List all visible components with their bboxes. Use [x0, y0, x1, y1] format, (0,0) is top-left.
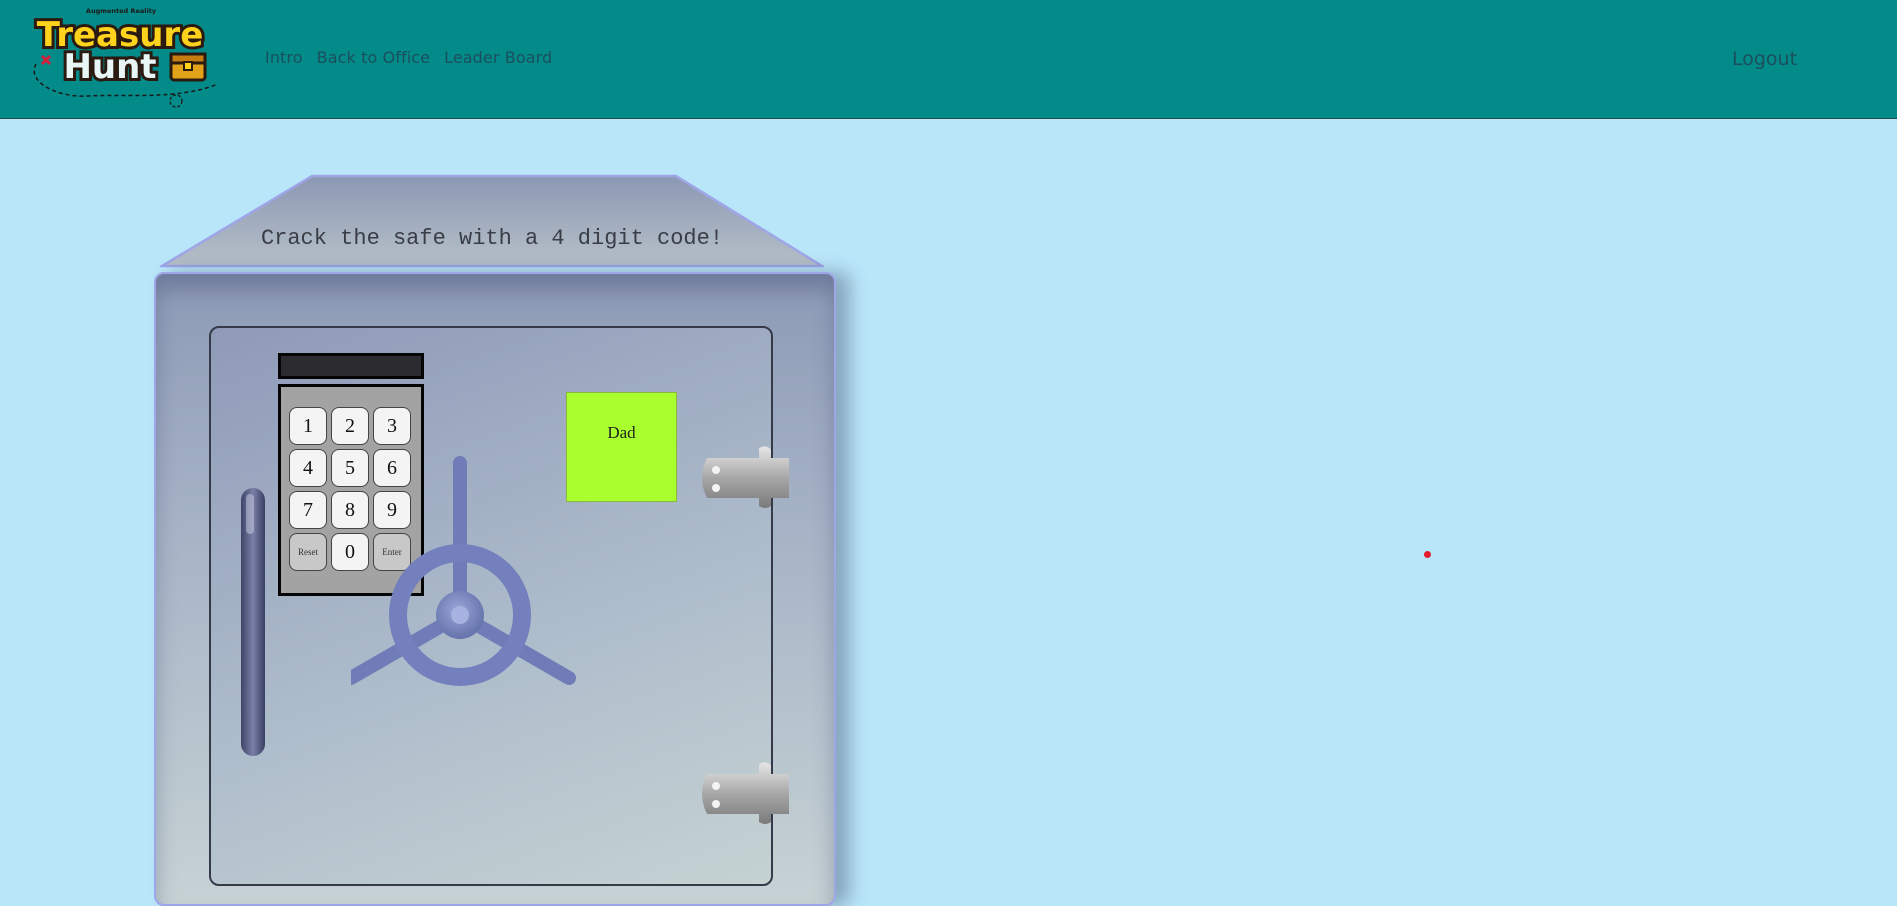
- safe-wheel[interactable]: [344, 450, 661, 745]
- code-display: [278, 353, 424, 379]
- logo-line2: Hunt: [63, 47, 156, 87]
- nav-link-intro[interactable]: Intro: [265, 48, 303, 67]
- key-7[interactable]: 7: [289, 491, 327, 529]
- safe-body: 1 2 3 4 5 6 7 8 9 Reset 0 Enter Dad: [154, 272, 836, 906]
- safe-instructions: Crack the safe with a 4 digit code!: [260, 226, 724, 251]
- safe-door: 1 2 3 4 5 6 7 8 9 Reset 0 Enter Dad: [209, 326, 789, 886]
- hinge-bottom: [697, 760, 793, 831]
- key-4[interactable]: 4: [289, 449, 327, 487]
- logo-tagline: Augmented Reality: [86, 7, 157, 15]
- nav-link-leader-board[interactable]: Leader Board: [444, 48, 552, 67]
- safe-handle: [238, 486, 268, 763]
- key-1[interactable]: 1: [289, 407, 327, 445]
- key-2[interactable]: 2: [331, 407, 369, 445]
- logout-link[interactable]: Logout: [1732, 48, 1797, 70]
- nav-link-back-to-office[interactable]: Back to Office: [317, 48, 430, 67]
- hinge-top: [697, 444, 793, 515]
- main-nav: Intro Back to Office Leader Board: [265, 48, 552, 67]
- marker-dot: [1424, 551, 1431, 558]
- safe-roof: Crack the safe with a 4 digit code!: [160, 174, 824, 268]
- key-3[interactable]: 3: [373, 407, 411, 445]
- reset-button[interactable]: Reset: [289, 533, 327, 571]
- treasure-hunt-logo[interactable]: Augmented Reality Treasure Hunt: [28, 4, 232, 112]
- top-navbar: Augmented Reality Treasure Hunt Intro Ba…: [0, 0, 1897, 119]
